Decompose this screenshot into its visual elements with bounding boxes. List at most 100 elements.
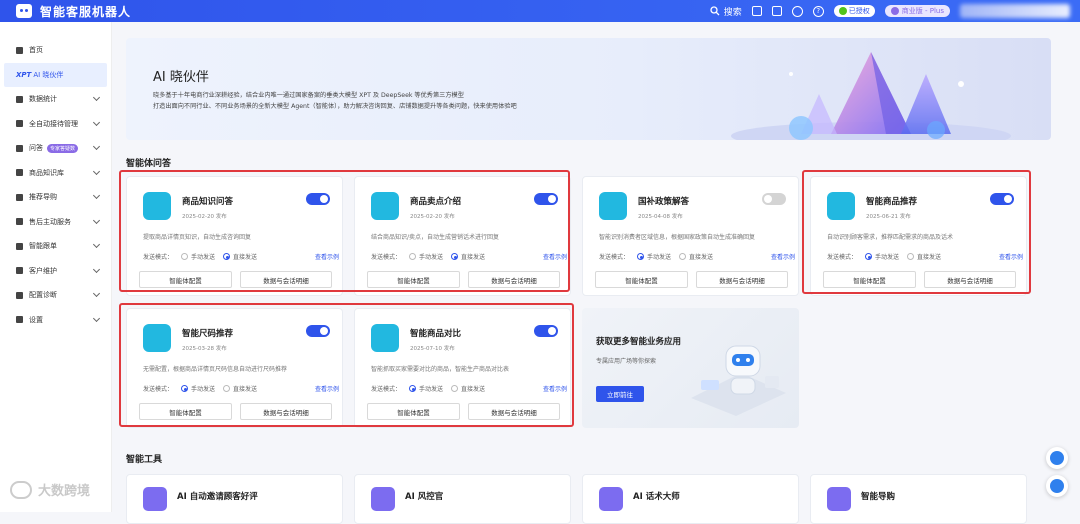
manual-send-label: 手动发送 [419,386,444,393]
send-mode-label: 发送模式： [599,254,630,261]
tool-card[interactable]: 智能导购 [810,474,1027,524]
agent-date: 2025-04-08 发布 [638,214,683,220]
radio-manual[interactable] [637,253,645,260]
radio-direct[interactable] [451,253,459,260]
sidebar-item[interactable]: 数据统计 [0,87,111,112]
data-detail-button[interactable]: 数据与会话明细 [240,271,332,288]
agent-config-button[interactable]: 智能体配置 [367,403,460,420]
help-icon[interactable]: ? [812,5,824,17]
nav-icon [16,218,23,226]
hero-description: 晓多基于十年电商行业深耕经验，结合业内唯一通过国家备案的垂类大模型 XPT 及 … [153,90,713,112]
agent-enable-toggle[interactable] [534,193,558,205]
agent-description: 智能抓取买家需要对比的商品，智能生产商品对比表 [371,366,510,373]
radio-manual[interactable] [409,253,417,260]
sidebar-item[interactable]: 首页 [0,38,111,63]
brand-mark: XPT [16,70,32,79]
crown-icon [890,7,899,15]
radio-manual[interactable] [865,253,873,260]
radio-direct[interactable] [223,253,231,260]
radio-direct[interactable] [451,385,459,392]
agent-config-button[interactable]: 智能体配置 [595,271,688,288]
agent-date: 2025-03-28 发布 [182,346,227,352]
agent-enable-toggle[interactable] [306,325,330,337]
agent-card: 智能尺码推荐 2025-03-28 发布 无需配置，根据商品详情页尺码信息自动进行尺… [126,308,343,428]
direct-send-label: 直接发送 [917,254,942,261]
chat-icon [599,487,623,511]
agent-enable-toggle[interactable] [762,193,786,205]
radio-manual[interactable] [181,385,189,392]
sidebar-item[interactable]: 问答 专家答疑数 [0,136,111,161]
headset-icon[interactable] [791,5,803,17]
radio-manual[interactable] [409,385,417,392]
tool-card[interactable]: AI 风控官 [354,474,571,524]
agent-card: 智能商品对比 2025-07-10 发布 智能抓取买家需要对比的商品，智能生产商品对… [354,308,571,428]
sidebar-item[interactable]: 全自动接待管理 [0,112,111,137]
agent-config-button[interactable]: 智能体配置 [139,271,232,288]
assistant-float-button[interactable] [1046,475,1068,497]
agent-enable-toggle[interactable] [990,193,1014,205]
direct-send-label: 直接发送 [461,254,486,261]
sidebar-item[interactable]: 售后主动服务 [0,210,111,235]
agent-config-button[interactable]: 智能体配置 [823,271,916,288]
sidebar-item[interactable]: 设置 [0,308,111,333]
layout-icon[interactable] [751,6,762,16]
sidebar-item[interactable]: XPT AI 晓伙伴 [4,62,107,87]
search-label: 搜索 [723,7,742,18]
agent-card: 智能商品推荐 2025-06-21 发布 自动识别顾客需求，推荐匹配需求的商品及话术… [810,176,1027,296]
sidebar-item[interactable]: 配置诊断 [0,283,111,308]
agent-enable-toggle[interactable] [534,325,558,337]
radio-direct[interactable] [223,385,231,392]
nav-icon [16,267,23,275]
manual-send-label: 手动发送 [419,254,444,261]
agent-config-button[interactable]: 智能体配置 [139,403,232,420]
auth-status-badge[interactable]: 已授权 [833,5,875,17]
pulse-icon [1050,451,1064,465]
agent-name: 智能商品对比 [410,329,462,339]
view-example-link[interactable]: 查看示例 [315,252,339,261]
send-mode-row: 发送模式： 手动发送 直接发送 查看示例 [143,384,339,393]
agent-card: 国补政策解答 2025-04-08 发布 智能识别消费者区域信息，根据国家政策自动生… [582,176,799,296]
robot-icon [1050,479,1064,493]
sidebar-item-label: 推荐导购 [29,193,57,202]
radio-manual[interactable] [181,253,189,260]
agent-name: 国补政策解答 [638,197,690,207]
sidebar-item[interactable]: 客户维护 [0,259,111,284]
view-example-link[interactable]: 查看示例 [315,384,339,393]
view-example-link[interactable]: 查看示例 [999,252,1023,261]
data-detail-button[interactable]: 数据与会话明细 [696,271,788,288]
nav-icon [16,169,23,177]
activity-float-button[interactable] [1046,447,1068,469]
view-example-link[interactable]: 查看示例 [543,252,567,261]
nav-icon [16,95,23,103]
user-info[interactable] [960,4,1070,18]
view-example-link[interactable]: 查看示例 [771,252,795,261]
send-mode-row: 发送模式： 手动发送 直接发送 查看示例 [827,252,1023,261]
data-detail-button[interactable]: 数据与会话明细 [240,403,332,420]
radio-direct[interactable] [679,253,687,260]
crystal-illustration [731,52,1011,140]
sidebar-item-label: 智能跟单 [29,242,57,251]
data-detail-button[interactable]: 数据与会话明细 [924,271,1016,288]
chevron-down-icon [92,118,101,126]
sidebar-item-label: 全自动接待管理 [29,119,78,128]
plan-badge[interactable]: 商业版 - Plus [884,5,950,17]
ticket-icon [599,192,627,220]
sidebar-item-label: 首页 [29,46,43,55]
sidebar-item[interactable]: 推荐导购 [0,185,111,210]
tool-card[interactable]: AI 话术大师 [582,474,799,524]
nav-icon [16,242,23,250]
data-detail-button[interactable]: 数据与会话明细 [468,271,560,288]
search-button[interactable]: 搜索 [710,5,742,18]
sidebar-item[interactable]: 智能跟单 [0,234,111,259]
view-example-link[interactable]: 查看示例 [543,384,567,393]
panel-icon[interactable] [771,6,782,16]
radio-direct[interactable] [907,253,915,260]
watermark-text: 大数跨境 [38,484,91,499]
chevron-down-icon [92,167,101,175]
sidebar-item[interactable]: 商品知识库 [0,161,111,186]
data-detail-button[interactable]: 数据与会话明细 [468,403,560,420]
agent-enable-toggle[interactable] [306,193,330,205]
agent-config-button[interactable]: 智能体配置 [367,271,460,288]
promo-go-button[interactable]: 立即前往 [596,386,644,402]
tool-card[interactable]: AI 自动邀请顾客好评 [126,474,343,524]
